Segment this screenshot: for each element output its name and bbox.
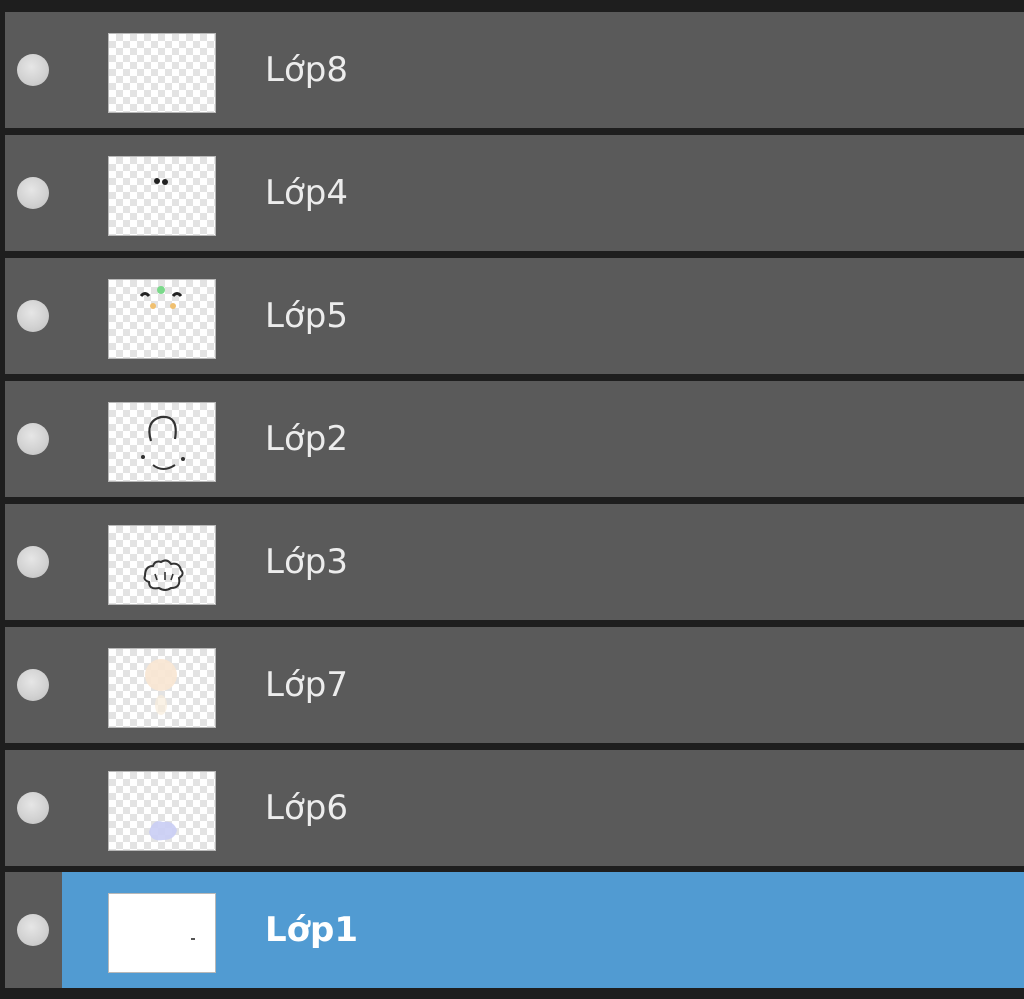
layer-row-6[interactable]: Lớp6 [5, 750, 1024, 866]
visibility-toggle-icon[interactable] [17, 177, 49, 209]
layer-name: Lớp6 [265, 788, 348, 828]
layer-thumbnail [108, 771, 216, 851]
layer-name: Lớp5 [265, 296, 348, 336]
layer-row-7[interactable]: Lớp7 [5, 627, 1024, 743]
layer-row-5[interactable]: Lớp5 [5, 258, 1024, 374]
layer-thumbnail [108, 402, 216, 482]
layer-thumbnail [108, 33, 216, 113]
visibility-toggle-icon[interactable] [17, 792, 49, 824]
layer-thumbnail [108, 156, 216, 236]
layer-thumbnail [108, 648, 216, 728]
layer-name: Lớp7 [265, 665, 348, 705]
layer-name: Lớp8 [265, 50, 348, 90]
layer-name: Lớp3 [265, 542, 348, 582]
layer-row-3[interactable]: Lớp3 [5, 504, 1024, 620]
visibility-toggle-icon[interactable] [17, 546, 49, 578]
layer-row-8[interactable]: Lớp8 [5, 12, 1024, 128]
layer-thumbnail [108, 279, 216, 359]
layer-name: Lớp2 [265, 419, 348, 459]
layer-name: Lớp4 [265, 173, 348, 213]
visibility-toggle-icon[interactable] [17, 669, 49, 701]
layers-panel: Lớp8 Lớp4 Lớp5 Lớp2 Lớp3 Lớp7 Lớp6 Lớp1 [0, 0, 1024, 999]
layer-thumbnail [108, 893, 216, 973]
visibility-toggle-icon[interactable] [17, 914, 49, 946]
visibility-toggle-icon[interactable] [17, 423, 49, 455]
layer-row-4[interactable]: Lớp4 [5, 135, 1024, 251]
visibility-toggle-icon[interactable] [17, 300, 49, 332]
layer-thumbnail [108, 525, 216, 605]
layer-name: Lớp1 [265, 910, 359, 950]
layer-row-2[interactable]: Lớp2 [5, 381, 1024, 497]
layer-row-1[interactable]: Lớp1 [5, 872, 1024, 988]
visibility-toggle-icon[interactable] [17, 54, 49, 86]
